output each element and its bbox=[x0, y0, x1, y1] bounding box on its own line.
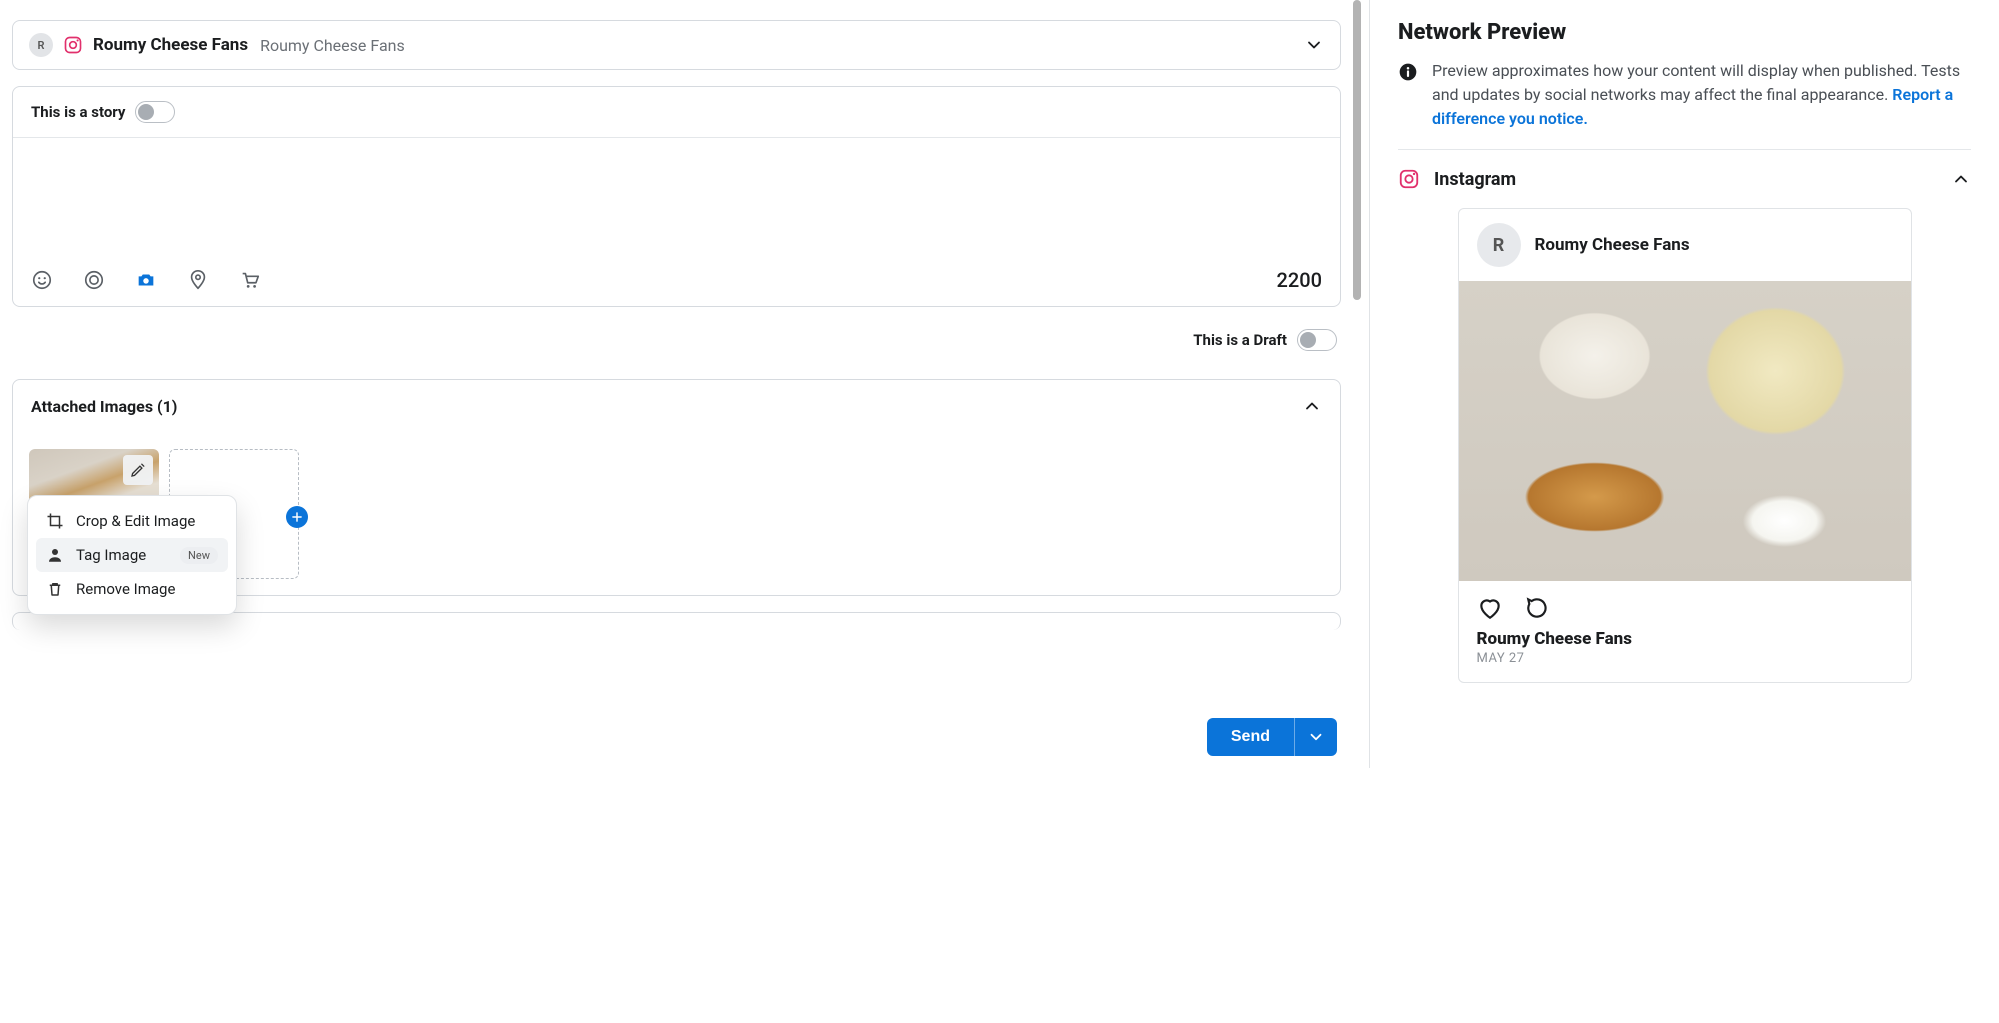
scrollbar[interactable] bbox=[1353, 0, 1361, 300]
person-icon bbox=[46, 546, 64, 564]
account-selector[interactable]: R Roumy Cheese Fans Roumy Cheese Fans bbox=[12, 20, 1341, 70]
cart-icon[interactable] bbox=[239, 269, 261, 291]
composer-card: This is a story 2 bbox=[12, 86, 1341, 307]
send-button[interactable]: Send bbox=[1207, 718, 1294, 756]
menu-tag-label: Tag Image bbox=[76, 546, 146, 564]
menu-remove-image[interactable]: Remove Image bbox=[36, 572, 228, 606]
divider bbox=[1398, 149, 1971, 150]
preview-date: MAY 27 bbox=[1459, 651, 1911, 682]
preview-info-text: Preview approximates how your content wi… bbox=[1432, 59, 1971, 131]
comment-icon[interactable] bbox=[1525, 595, 1551, 621]
preview-avatar: R bbox=[1477, 223, 1521, 267]
chevron-up-icon[interactable] bbox=[1302, 396, 1322, 416]
image-context-menu: Crop & Edit Image Tag Image New Remove bbox=[27, 495, 237, 615]
camera-icon[interactable] bbox=[135, 269, 157, 291]
location-icon[interactable] bbox=[187, 269, 209, 291]
preview-image bbox=[1459, 281, 1911, 581]
menu-crop-edit[interactable]: Crop & Edit Image bbox=[36, 504, 228, 538]
emoji-icon[interactable] bbox=[31, 269, 53, 291]
instagram-icon bbox=[63, 35, 83, 55]
draft-toggle[interactable] bbox=[1297, 329, 1337, 351]
preview-username: Roumy Cheese Fans bbox=[1459, 629, 1911, 651]
preview-account-name: Roumy Cheese Fans bbox=[1535, 235, 1690, 255]
heart-icon[interactable] bbox=[1477, 595, 1503, 621]
target-icon[interactable] bbox=[83, 269, 105, 291]
send-more-button[interactable] bbox=[1294, 718, 1337, 756]
plus-icon bbox=[286, 506, 308, 528]
preview-heading: Network Preview bbox=[1398, 20, 1971, 45]
menu-tag-image[interactable]: Tag Image New bbox=[36, 538, 228, 572]
info-icon bbox=[1398, 62, 1418, 82]
account-avatar: R bbox=[29, 33, 53, 57]
chevron-down-icon bbox=[1304, 35, 1324, 55]
attached-images-card: Attached Images (1) bbox=[12, 379, 1341, 596]
draft-label: This is a Draft bbox=[1193, 331, 1287, 349]
preview-network-header[interactable]: Instagram bbox=[1398, 168, 1971, 190]
edit-image-button[interactable] bbox=[123, 455, 153, 485]
account-subtitle: Roumy Cheese Fans bbox=[260, 36, 405, 55]
preview-network-name: Instagram bbox=[1434, 169, 1516, 190]
instagram-icon bbox=[1398, 168, 1420, 190]
char-count: 2200 bbox=[1277, 268, 1322, 292]
trash-icon bbox=[46, 580, 64, 598]
attached-title: Attached Images (1) bbox=[31, 397, 177, 416]
crop-icon bbox=[46, 512, 64, 530]
new-badge: New bbox=[180, 547, 218, 564]
preview-post-card: R Roumy Cheese Fans Roumy Cheese Fans MA… bbox=[1458, 208, 1912, 683]
menu-remove-label: Remove Image bbox=[76, 580, 175, 598]
account-name: Roumy Cheese Fans bbox=[93, 35, 248, 55]
story-label: This is a story bbox=[31, 103, 125, 121]
story-toggle[interactable] bbox=[135, 101, 175, 123]
menu-crop-label: Crop & Edit Image bbox=[76, 512, 195, 530]
chevron-up-icon bbox=[1951, 169, 1971, 189]
compose-textarea[interactable] bbox=[13, 138, 1340, 258]
